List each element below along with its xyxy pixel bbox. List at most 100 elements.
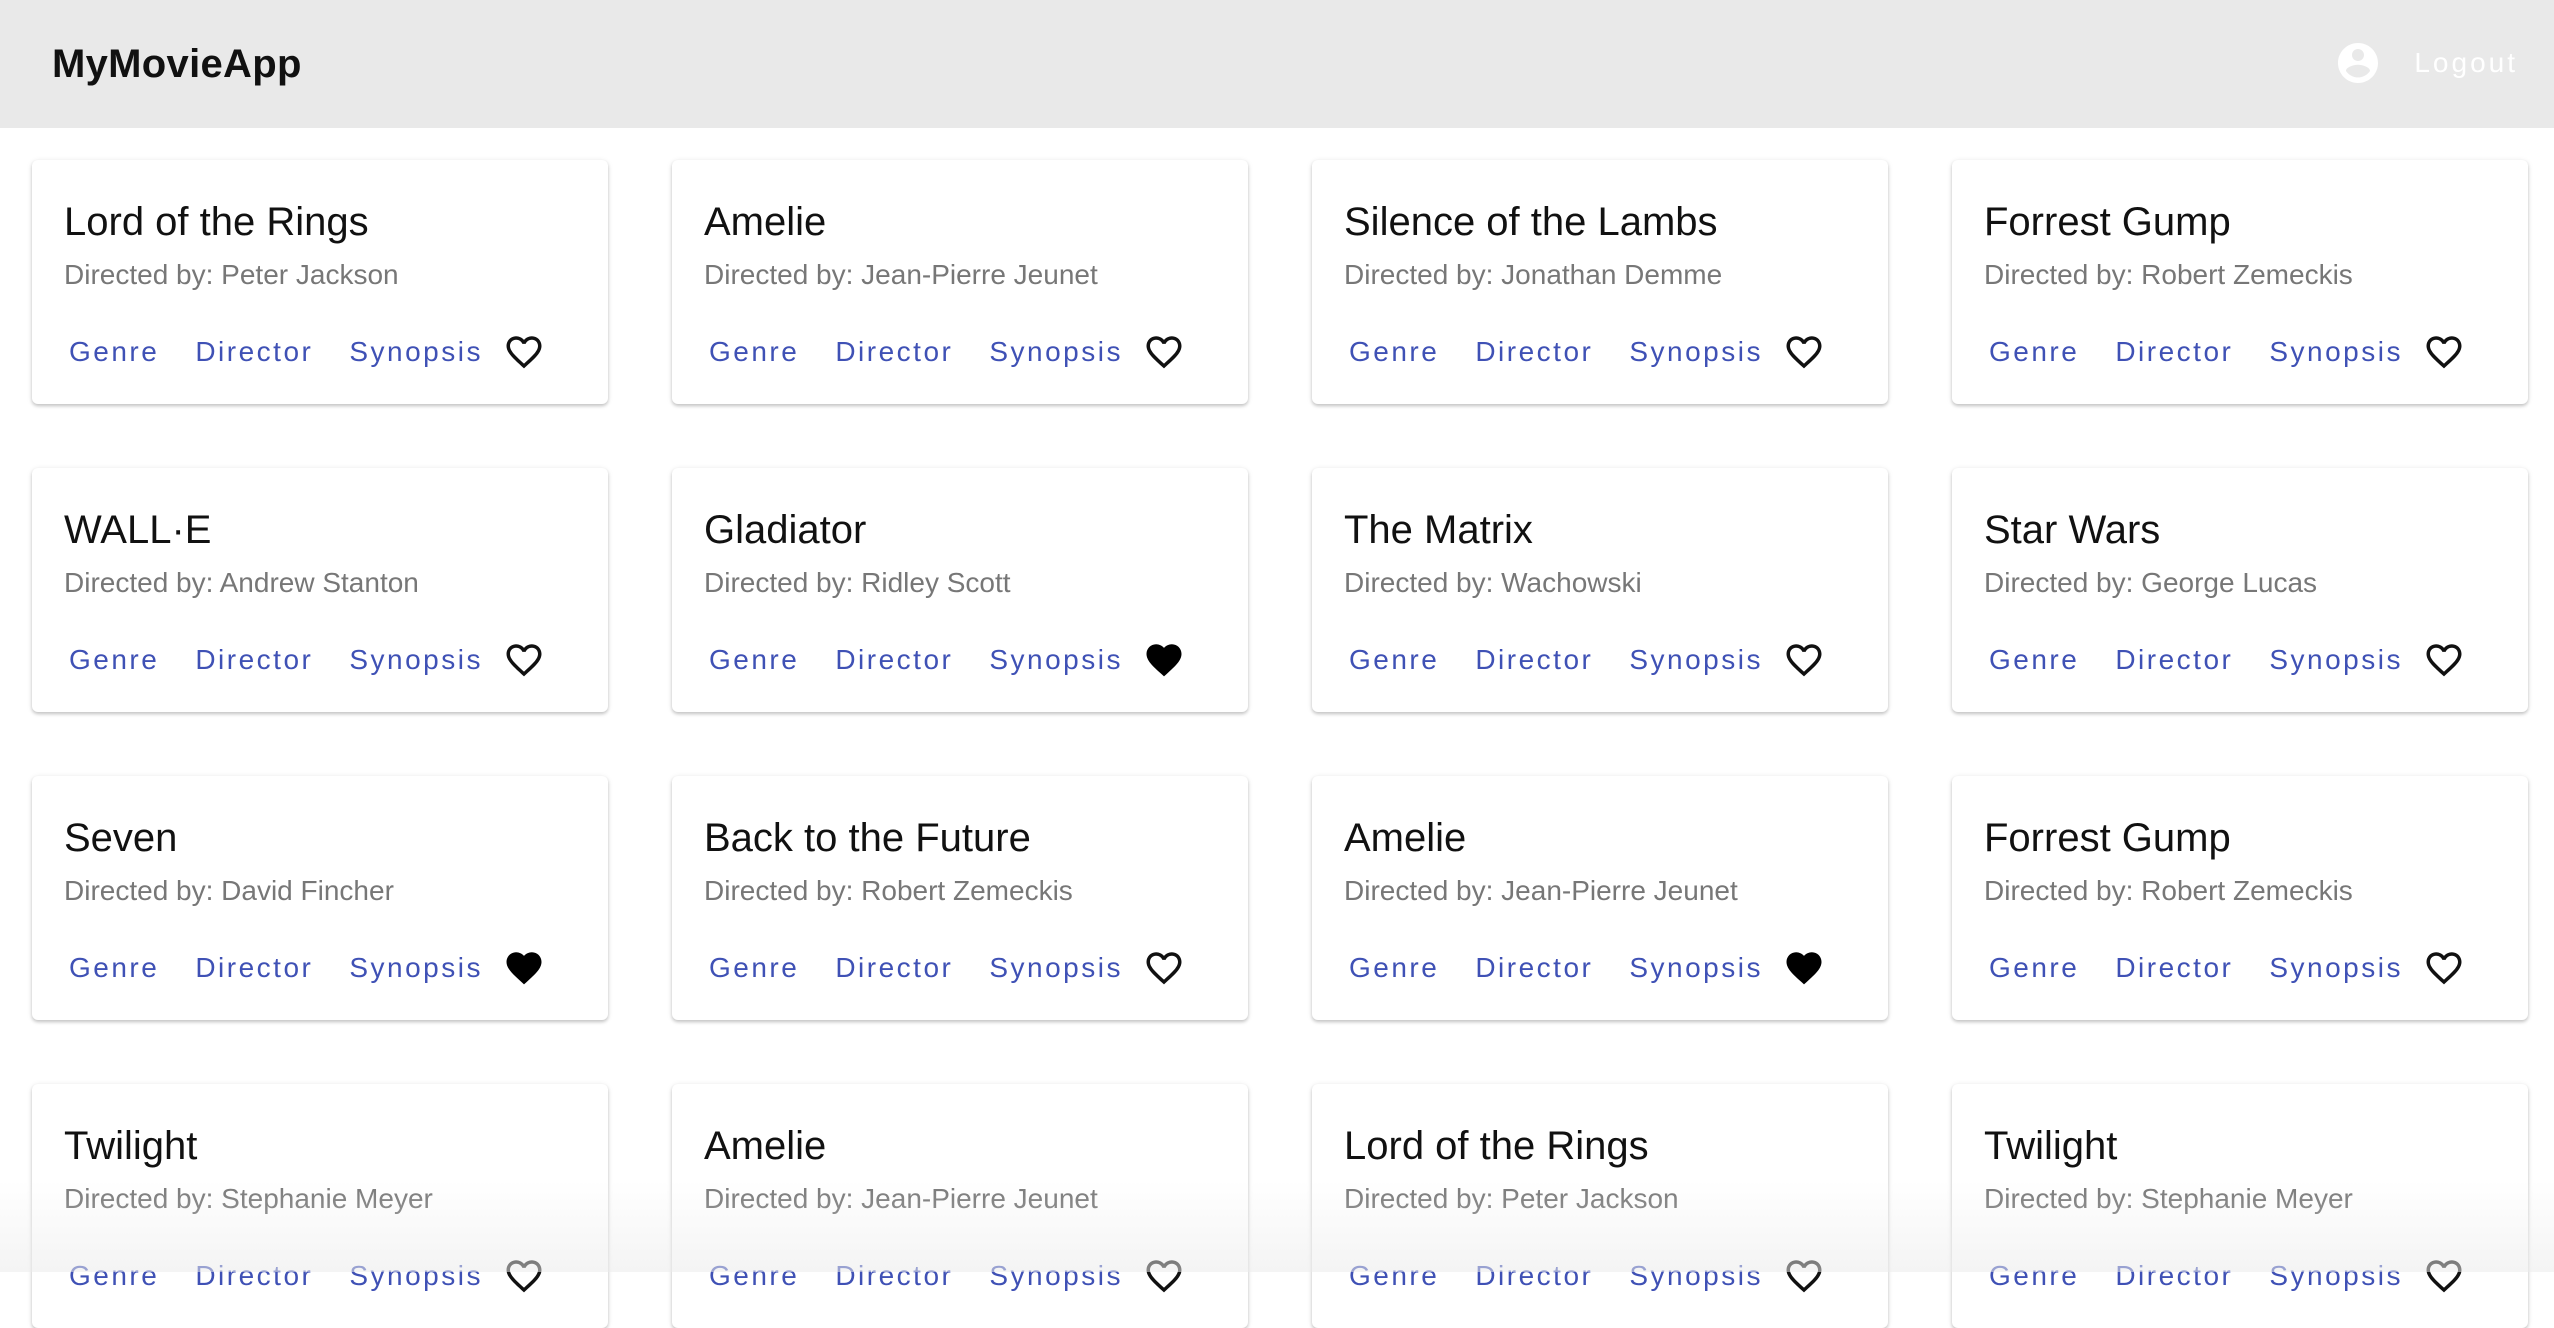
card-actions: Genre Director Synopsis (1984, 328, 2466, 376)
heart-outline-icon (1786, 1260, 1822, 1293)
synopsis-button[interactable]: Synopsis (1624, 328, 1768, 376)
app-bar: MyMovieApp Logout (0, 0, 2554, 128)
director-button[interactable]: Director (1470, 1252, 1598, 1300)
synopsis-button[interactable]: Synopsis (2264, 636, 2408, 684)
director-button[interactable]: Director (190, 636, 318, 684)
genre-button[interactable]: Genre (1344, 1252, 1444, 1300)
movie-card: Amelie Directed by: Jean-Pierre Jeunet G… (672, 1084, 1248, 1328)
movie-director: Directed by: Robert Zemeckis (1984, 875, 2353, 906)
movie-director: Directed by: Jean-Pierre Jeunet (704, 1183, 1098, 1214)
genre-button[interactable]: Genre (1344, 944, 1444, 992)
synopsis-button[interactable]: Synopsis (344, 636, 488, 684)
movie-card: Twilight Directed by: Stephanie Meyer Ge… (32, 1084, 608, 1328)
favorite-button[interactable] (2422, 946, 2466, 990)
director-button[interactable]: Director (830, 944, 958, 992)
synopsis-button[interactable]: Synopsis (984, 944, 1128, 992)
director-button[interactable]: Director (2110, 636, 2238, 684)
director-button[interactable]: Director (2110, 944, 2238, 992)
director-button[interactable]: Director (190, 328, 318, 376)
movie-title: Silence of the Lambs (1344, 200, 1718, 244)
genre-button[interactable]: Genre (704, 328, 804, 376)
favorite-button[interactable] (1782, 330, 1826, 374)
favorite-button[interactable] (502, 638, 546, 682)
director-button[interactable]: Director (190, 944, 318, 992)
movie-director: Directed by: David Fincher (64, 875, 394, 906)
movie-title: Seven (64, 816, 178, 860)
favorite-button[interactable] (1782, 638, 1826, 682)
genre-button[interactable]: Genre (64, 328, 164, 376)
director-button[interactable]: Director (1470, 636, 1598, 684)
director-button[interactable]: Director (1470, 944, 1598, 992)
movie-card: Gladiator Directed by: Ridley Scott Genr… (672, 468, 1248, 712)
favorite-button[interactable] (502, 330, 546, 374)
favorite-button[interactable] (1142, 638, 1186, 682)
director-button[interactable]: Director (830, 1252, 958, 1300)
movie-title: Back to the Future (704, 816, 1031, 860)
genre-button[interactable]: Genre (704, 1252, 804, 1300)
movie-title: Twilight (64, 1124, 198, 1168)
genre-button[interactable]: Genre (704, 636, 804, 684)
genre-button[interactable]: Genre (704, 944, 804, 992)
genre-button[interactable]: Genre (64, 636, 164, 684)
director-button[interactable]: Director (830, 636, 958, 684)
heart-outline-icon (1786, 336, 1822, 369)
favorite-button[interactable] (1782, 1254, 1826, 1298)
logout-button[interactable]: Logout (2410, 41, 2522, 85)
synopsis-button[interactable]: Synopsis (1624, 636, 1768, 684)
card-actions: Genre Director Synopsis (704, 636, 1186, 684)
director-button[interactable]: Director (1470, 328, 1598, 376)
synopsis-button[interactable]: Synopsis (2264, 944, 2408, 992)
synopsis-button[interactable]: Synopsis (984, 1252, 1128, 1300)
movie-card: Amelie Directed by: Jean-Pierre Jeunet G… (672, 160, 1248, 404)
card-actions: Genre Director Synopsis (1984, 636, 2466, 684)
genre-button[interactable]: Genre (64, 1252, 164, 1300)
synopsis-button[interactable]: Synopsis (1624, 944, 1768, 992)
favorite-button[interactable] (1142, 330, 1186, 374)
heart-outline-icon (2426, 952, 2462, 985)
favorite-button[interactable] (502, 1254, 546, 1298)
card-actions: Genre Director Synopsis (64, 328, 546, 376)
favorite-button[interactable] (2422, 638, 2466, 682)
director-button[interactable]: Director (830, 328, 958, 376)
movie-title: Forrest Gump (1984, 200, 2231, 244)
synopsis-button[interactable]: Synopsis (344, 944, 488, 992)
genre-button[interactable]: Genre (1984, 636, 2084, 684)
favorite-button[interactable] (1142, 1254, 1186, 1298)
movie-card: Back to the Future Directed by: Robert Z… (672, 776, 1248, 1020)
director-button[interactable]: Director (190, 1252, 318, 1300)
heart-outline-icon (1146, 1260, 1182, 1293)
genre-button[interactable]: Genre (1984, 1252, 2084, 1300)
movie-director: Directed by: Ridley Scott (704, 567, 1011, 598)
favorite-button[interactable] (2422, 1254, 2466, 1298)
favorite-button[interactable] (2422, 330, 2466, 374)
genre-button[interactable]: Genre (1984, 328, 2084, 376)
favorite-button[interactable] (1782, 946, 1826, 990)
user-area: Logout (2334, 30, 2522, 96)
favorite-button[interactable] (1142, 946, 1186, 990)
movie-director: Directed by: George Lucas (1984, 567, 2318, 598)
synopsis-button[interactable]: Synopsis (2264, 328, 2408, 376)
genre-button[interactable]: Genre (1344, 636, 1444, 684)
director-button[interactable]: Director (2110, 328, 2238, 376)
synopsis-button[interactable]: Synopsis (344, 328, 488, 376)
movie-title: Amelie (704, 200, 827, 244)
card-actions: Genre Director Synopsis (64, 636, 546, 684)
synopsis-button[interactable]: Synopsis (344, 1252, 488, 1300)
director-button[interactable]: Director (2110, 1252, 2238, 1300)
heart-outline-icon (1786, 644, 1822, 677)
genre-button[interactable]: Genre (1984, 944, 2084, 992)
movie-director: Directed by: Peter Jackson (1344, 1183, 1679, 1214)
favorite-button[interactable] (502, 946, 546, 990)
synopsis-button[interactable]: Synopsis (1624, 1252, 1768, 1300)
card-actions: Genre Director Synopsis (1984, 1252, 2466, 1300)
movie-card: Lord of the Rings Directed by: Peter Jac… (1312, 1084, 1888, 1328)
account-circle-icon[interactable] (2334, 39, 2382, 87)
synopsis-button[interactable]: Synopsis (984, 636, 1128, 684)
heart-filled-icon (506, 952, 542, 985)
synopsis-button[interactable]: Synopsis (2264, 1252, 2408, 1300)
movie-card: Forrest Gump Directed by: Robert Zemecki… (1952, 160, 2528, 404)
synopsis-button[interactable]: Synopsis (984, 328, 1128, 376)
genre-button[interactable]: Genre (64, 944, 164, 992)
genre-button[interactable]: Genre (1344, 328, 1444, 376)
movie-grid: Lord of the Rings Directed by: Peter Jac… (32, 160, 2528, 1328)
